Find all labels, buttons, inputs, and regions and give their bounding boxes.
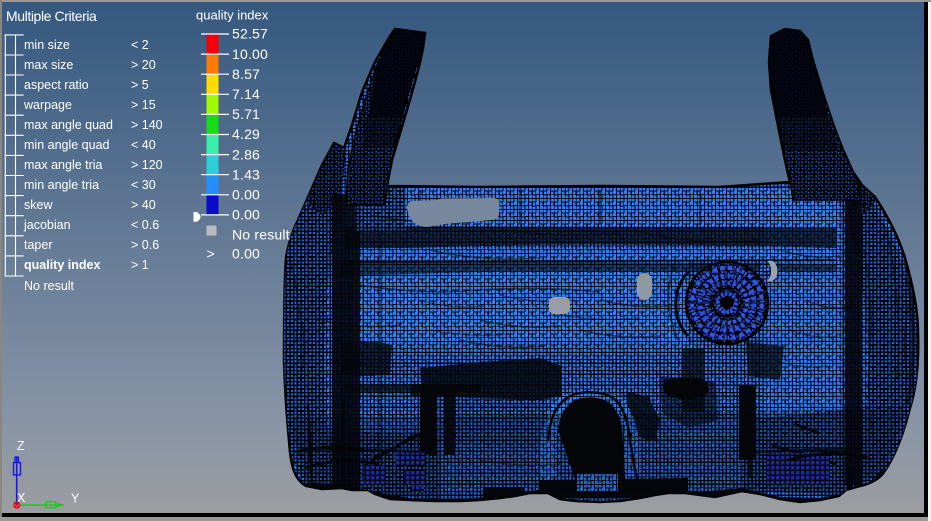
svg-text:Z: Z [17,439,25,453]
svg-text:min angle tria: min angle tria [24,178,99,192]
svg-text:> 20: > 20 [131,58,156,72]
svg-text:2.86: 2.86 [232,146,260,162]
svg-text:0.00: 0.00 [232,207,260,223]
svg-text:> 15: > 15 [131,98,156,112]
svg-text:52.57: 52.57 [232,26,268,42]
svg-text:skew: skew [24,198,53,212]
svg-text:< 40: < 40 [131,138,156,152]
svg-text:< 0.6: < 0.6 [131,218,159,232]
svg-text:> 0.6: > 0.6 [131,238,159,252]
svg-text:5.71: 5.71 [232,106,260,122]
svg-text:max angle tria: max angle tria [24,158,103,172]
svg-text:< 30: < 30 [131,178,156,192]
svg-text:4.29: 4.29 [232,126,260,142]
svg-text:< 2: < 2 [131,38,149,52]
svg-text:aspect ratio: aspect ratio [24,78,89,92]
svg-text:jacobian: jacobian [23,218,71,232]
svg-text:> 1: > 1 [131,258,149,272]
svg-text:max size: max size [24,58,73,72]
svg-text:max angle quad: max angle quad [24,118,113,132]
svg-text:7.14: 7.14 [232,86,260,102]
svg-text:No result: No result [232,227,290,243]
svg-text:quality index: quality index [24,258,100,272]
svg-text:> 5: > 5 [131,78,149,92]
svg-text:min angle quad: min angle quad [24,138,110,152]
svg-text:warpage: warpage [23,98,72,112]
svg-text:1.43: 1.43 [232,166,260,182]
svg-text:0.00: 0.00 [232,246,260,262]
svg-text:Multiple Criteria: Multiple Criteria [6,8,97,24]
svg-text:Y: Y [71,492,80,506]
svg-text:0.00: 0.00 [232,187,260,203]
svg-text:min size: min size [24,38,70,52]
svg-text:>: > [207,246,215,262]
svg-text:No result: No result [24,279,75,293]
svg-text:quality index: quality index [196,8,269,23]
svg-text:10.00: 10.00 [232,46,268,62]
svg-text:taper: taper [24,238,53,252]
svg-text:> 40: > 40 [131,198,156,212]
svg-text:> 140: > 140 [131,118,163,132]
svg-text:> 120: > 120 [131,158,163,172]
svg-text:8.57: 8.57 [232,66,260,82]
